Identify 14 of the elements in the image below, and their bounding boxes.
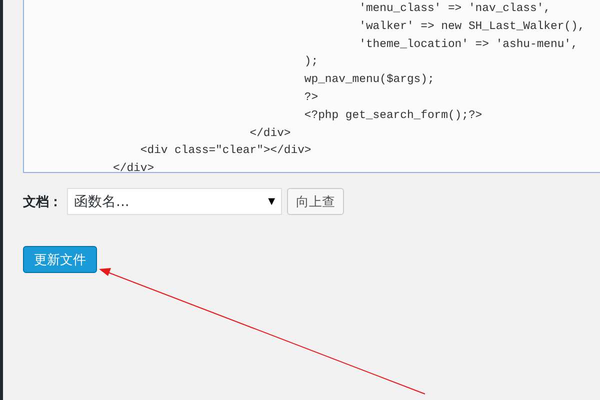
- code-editor[interactable]: 'menu_class' => 'nav_class', 'walker' => new SH_Last_Walker(), 'theme_location' => 'ashu-menu', ); wp_nav_menu($args); ?> <?php get_search_form();?> </div> <div class="clear"></div> </div>: [23, 0, 600, 173]
- code-line: ?>: [303, 90, 320, 106]
- code-line: </div>: [248, 126, 292, 142]
- docs-label: 文档：: [23, 194, 62, 210]
- code-line: 'walker' => new SH_Last_Walker(),: [358, 20, 586, 35]
- code-line: <?php get_search_form();?>: [303, 108, 484, 124]
- code-line: </div>: [112, 162, 156, 172]
- code-line: 'theme_location' => 'ashu-menu',: [358, 38, 579, 53]
- code-line: 'menu_class' => 'nav_class',: [358, 2, 552, 17]
- function-select[interactable]: 函数名... ▼: [67, 188, 282, 215]
- code-line: <div class="clear"></div>: [139, 144, 312, 160]
- lookup-button[interactable]: 向上查: [287, 188, 344, 215]
- code-line: );: [303, 54, 320, 70]
- code-line: wp_nav_menu($args);: [303, 72, 436, 88]
